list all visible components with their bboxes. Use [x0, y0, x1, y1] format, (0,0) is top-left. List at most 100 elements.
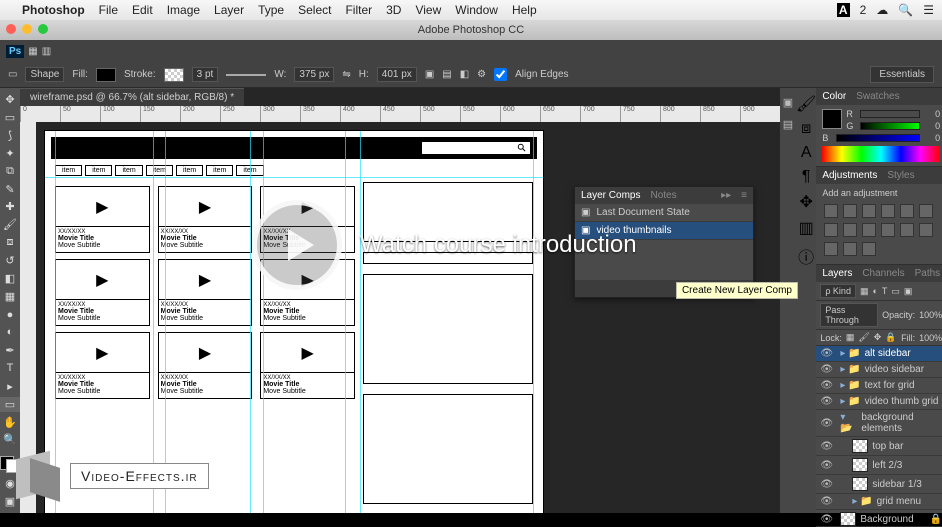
- eyedropper-tool[interactable]: ✎: [0, 182, 20, 197]
- zoom-icon[interactable]: [38, 24, 48, 34]
- align-edges-checkbox[interactable]: [494, 68, 507, 81]
- blend-mode-select[interactable]: Pass Through: [820, 303, 878, 327]
- collapse-icon[interactable]: ▸▸: [721, 190, 731, 201]
- gear-icon[interactable]: ⚙: [477, 69, 486, 80]
- menu-select[interactable]: Select: [298, 3, 331, 17]
- heal-tool[interactable]: ✚: [0, 200, 20, 215]
- adj-chmixer-icon[interactable]: [862, 223, 876, 237]
- adj-photofilter-icon[interactable]: [843, 223, 857, 237]
- visibility-icon[interactable]: 👁: [820, 364, 832, 375]
- stroke-style-select[interactable]: [226, 74, 266, 76]
- fill-value[interactable]: 100%: [919, 333, 942, 343]
- tab-layers[interactable]: Layers: [822, 268, 852, 279]
- path-ops-icon[interactable]: ▣: [425, 69, 434, 80]
- props-icon[interactable]: ▥: [799, 218, 814, 238]
- adj-brightness-icon[interactable]: [824, 204, 838, 218]
- video-thumb[interactable]: ▶XX/XX/XXMovie TitleMove Subtitle: [260, 186, 355, 253]
- visibility-icon[interactable]: 👁: [820, 479, 832, 490]
- video-thumb[interactable]: ▶XX/XX/XXMovie TitleMove Subtitle: [260, 332, 355, 399]
- panel-menu-icon[interactable]: ≡: [741, 190, 747, 201]
- visibility-icon[interactable]: 👁: [820, 496, 832, 507]
- mbridge-icon[interactable]: ▥: [42, 46, 51, 57]
- tool-preset-icon[interactable]: ▭: [8, 69, 17, 80]
- bridge-icon[interactable]: ▦: [28, 46, 37, 57]
- menu-edit[interactable]: Edit: [132, 3, 153, 17]
- tab-notes[interactable]: Notes: [650, 190, 676, 201]
- path-select-tool[interactable]: ▸: [0, 379, 20, 394]
- filter-smart-icon[interactable]: ▣: [904, 286, 913, 297]
- brush-tool[interactable]: 🖌: [0, 217, 20, 232]
- visibility-icon[interactable]: 👁: [820, 396, 832, 407]
- width-field[interactable]: 375 px: [294, 67, 334, 82]
- adj-curves-icon[interactable]: [862, 204, 876, 218]
- r-slider[interactable]: [860, 110, 920, 118]
- lock-all-icon[interactable]: 🔒: [885, 332, 896, 343]
- menu-image[interactable]: Image: [167, 3, 200, 17]
- tab-swatches[interactable]: Swatches: [856, 91, 899, 102]
- layer-comp-row[interactable]: ▣ Last Document State: [575, 204, 753, 222]
- tab-layer-comps[interactable]: Layer Comps: [581, 190, 640, 201]
- tab-paths[interactable]: Paths: [915, 268, 941, 279]
- adj-vibrance-icon[interactable]: [900, 204, 914, 218]
- adj-poster-icon[interactable]: [919, 223, 933, 237]
- filter-type-icon[interactable]: T: [882, 286, 888, 296]
- filter-adj-icon[interactable]: ◐: [872, 286, 877, 296]
- visibility-icon[interactable]: 👁: [820, 380, 832, 391]
- menu-filter[interactable]: Filter: [345, 3, 372, 17]
- filter-pixel-icon[interactable]: ▦: [860, 286, 869, 297]
- r-value[interactable]: 0: [924, 109, 940, 119]
- gradient-tool[interactable]: ▦: [0, 289, 20, 304]
- tab-styles[interactable]: Styles: [887, 170, 914, 181]
- wf-tab[interactable]: item: [176, 165, 203, 176]
- notification-count[interactable]: 2: [860, 3, 867, 17]
- video-thumb[interactable]: ▶XX/XX/XXMovie TitleMove Subtitle: [55, 259, 150, 326]
- link-icon[interactable]: ⇋: [342, 69, 350, 80]
- wf-tab[interactable]: item: [206, 165, 233, 176]
- stamp-tool[interactable]: ⧈: [0, 235, 20, 250]
- marquee-tool[interactable]: ▭: [0, 110, 20, 125]
- color-fg-swatch[interactable]: [822, 109, 842, 129]
- eraser-tool[interactable]: ◧: [0, 271, 20, 286]
- wf-tab[interactable]: item: [55, 165, 82, 176]
- lock-pos-icon[interactable]: ✥: [874, 332, 882, 343]
- menu-layer[interactable]: Layer: [214, 3, 244, 17]
- video-thumb[interactable]: ▶XX/XX/XXMovie TitleMove Subtitle: [55, 332, 150, 399]
- path-arrange-icon[interactable]: ◧: [460, 69, 469, 80]
- search-input[interactable]: [421, 141, 531, 155]
- minimize-icon[interactable]: [22, 24, 32, 34]
- adj-invert-icon[interactable]: [900, 223, 914, 237]
- height-field[interactable]: 401 px: [377, 67, 417, 82]
- move-tool[interactable]: ✥: [0, 92, 20, 107]
- visibility-icon[interactable]: 👁: [820, 348, 832, 359]
- menu-3d[interactable]: 3D: [386, 3, 401, 17]
- para-icon[interactable]: ¶: [802, 168, 811, 186]
- brush-presets-icon[interactable]: 🖌: [796, 94, 816, 114]
- workspace-switcher[interactable]: Essentials: [870, 66, 934, 83]
- adj-levels-icon[interactable]: [843, 204, 857, 218]
- video-thumb[interactable]: ▶XX/XX/XXMovie TitleMove Subtitle: [260, 259, 355, 326]
- adobe-logo-icon[interactable]: A: [837, 3, 850, 17]
- layer-row[interactable]: 👁▸ 📁video thumb grid: [816, 394, 942, 410]
- fill-swatch[interactable]: [96, 68, 116, 82]
- search-icon[interactable]: 🔍: [898, 3, 913, 17]
- info-icon[interactable]: ⓘ: [798, 244, 814, 268]
- video-thumb[interactable]: ▶XX/XX/XXMovie TitleMove Subtitle: [158, 186, 253, 253]
- layer-row[interactable]: 👁▸ 📁text for grid: [816, 378, 942, 394]
- adj-lookup-icon[interactable]: [881, 223, 895, 237]
- layer-row[interactable]: 👁▾ 📂background elements: [816, 410, 942, 437]
- document-tab[interactable]: wireframe.psd @ 66.7% (alt sidebar, RGB/…: [20, 88, 244, 106]
- crop-tool[interactable]: ⧉: [0, 164, 20, 179]
- b-slider[interactable]: [836, 134, 920, 142]
- adj-bw-icon[interactable]: [824, 223, 838, 237]
- opacity-value[interactable]: 100%: [919, 310, 942, 320]
- video-thumb[interactable]: ▶XX/XX/XXMovie TitleMove Subtitle: [55, 186, 150, 253]
- path-align-icon[interactable]: ▤: [442, 69, 451, 80]
- layer-row[interactable]: 👁sidebar 1/3: [816, 475, 942, 494]
- adj-exposure-icon[interactable]: [881, 204, 895, 218]
- layer-row[interactable]: 👁▸ 📁alt sidebar: [816, 346, 942, 362]
- visibility-icon[interactable]: 👁: [820, 418, 832, 429]
- video-thumb[interactable]: ▶XX/XX/XXMovie TitleMove Subtitle: [158, 332, 253, 399]
- menu-view[interactable]: View: [415, 3, 441, 17]
- lock-pixel-icon[interactable]: 🖌: [858, 332, 869, 343]
- history-icon[interactable]: ▣: [780, 94, 796, 110]
